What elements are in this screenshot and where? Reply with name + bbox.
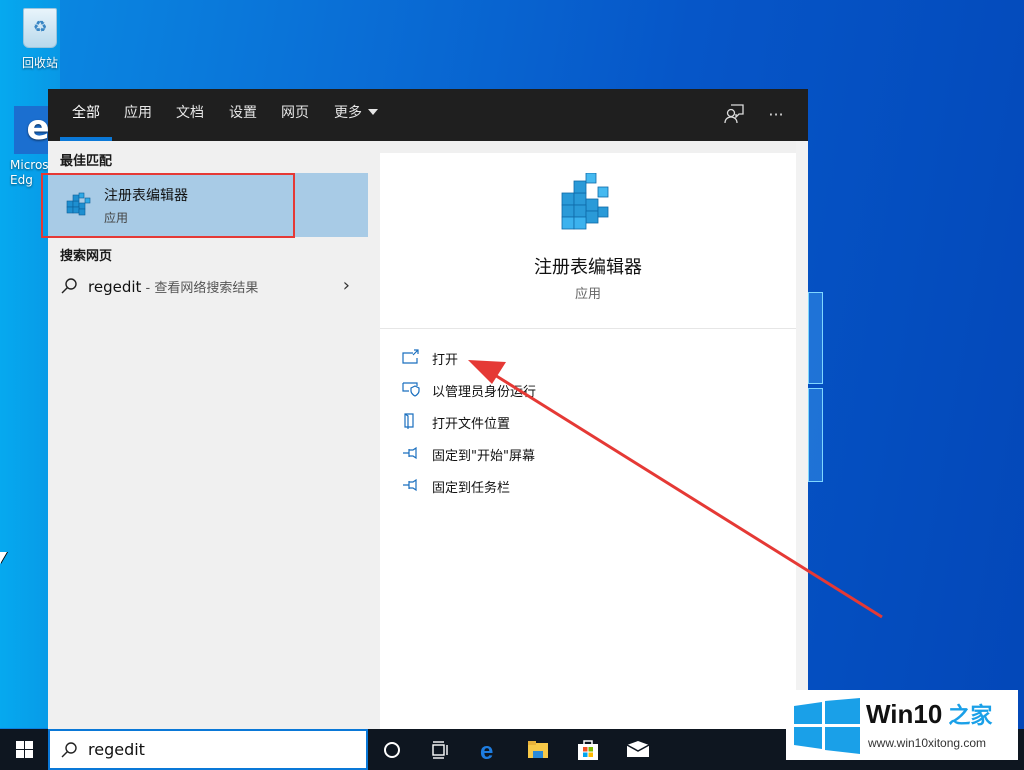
brand-text: Win10 — [866, 699, 943, 729]
cortana-button[interactable] — [368, 729, 416, 770]
run-as-admin-icon — [402, 382, 420, 397]
open-file-location-icon — [404, 413, 414, 429]
detail-subtitle: 应用 — [574, 287, 601, 302]
tab-label: 网页 — [281, 105, 309, 121]
more-options-icon[interactable]: ··· — [764, 103, 788, 127]
pin-icon — [403, 478, 417, 492]
task-view-icon — [432, 741, 448, 759]
taskbar-edge[interactable]: e — [466, 729, 514, 770]
best-match-header: 最佳匹配 — [60, 154, 113, 169]
action-open-file-location[interactable]: 打开文件位置 — [402, 409, 782, 437]
query-suffix: - 查看网络搜索结果 — [141, 281, 259, 296]
tab-label: 更多 — [334, 105, 362, 121]
watermark: Win10 之家 www.win10xitong.com — [786, 690, 1018, 760]
detail-pane: 注册表编辑器 应用 打开 以管理员身份运行 打开文件位置 固定到"开始"屏幕 固… — [380, 153, 796, 729]
action-label: 以管理员身份运行 — [432, 385, 537, 400]
registry-editor-icon — [561, 173, 609, 230]
action-label: 打开 — [432, 353, 459, 368]
svg-text:e: e — [480, 738, 493, 762]
desktop-icon-label: 回收站 — [21, 56, 58, 70]
tab-settings[interactable]: 设置 — [229, 89, 257, 141]
cortana-icon — [384, 742, 400, 758]
action-pin-to-start[interactable]: 固定到"开始"屏幕 — [402, 441, 782, 469]
detail-header: 注册表编辑器 应用 — [380, 153, 796, 329]
mouse-cursor — [0, 552, 7, 564]
best-match-title: 注册表编辑器 — [104, 188, 188, 204]
feedback-icon[interactable] — [722, 103, 746, 127]
task-view-button[interactable] — [416, 729, 464, 770]
web-search-query: regedit - 查看网络搜索结果 — [88, 277, 258, 296]
scrollbar-track[interactable] — [796, 141, 808, 729]
action-open[interactable]: 打开 — [402, 345, 782, 373]
query-text: regedit — [88, 278, 142, 296]
action-run-as-admin[interactable]: 以管理员身份运行 — [402, 377, 782, 405]
watermark-brand: Win10 之家 — [866, 698, 992, 730]
taskbar-store[interactable] — [564, 729, 612, 770]
action-pin-to-taskbar[interactable]: 固定到任务栏 — [402, 473, 782, 501]
action-label: 打开文件位置 — [432, 417, 511, 432]
start-button[interactable] — [0, 729, 48, 770]
tab-apps[interactable]: 应用 — [124, 89, 152, 141]
search-filter-bar: 全部 应用 文档 设置 网页 更多 ··· — [48, 89, 808, 141]
registry-editor-icon — [66, 192, 91, 216]
action-label: 固定到任务栏 — [432, 481, 511, 496]
pin-icon — [403, 446, 417, 460]
best-match-item[interactable]: 注册表编辑器 应用 — [41, 173, 368, 238]
taskbar-mail[interactable] — [614, 729, 662, 770]
detail-title: 注册表编辑器 — [534, 257, 642, 278]
tab-all[interactable]: 全部 — [60, 89, 112, 141]
search-icon — [61, 742, 77, 758]
web-search-header: 搜索网页 — [60, 249, 113, 264]
wallpaper-window-panes — [808, 292, 823, 482]
windows-logo-icon — [16, 741, 33, 758]
edge-icon: e — [480, 738, 493, 762]
tab-web[interactable]: 网页 — [281, 89, 309, 141]
tab-label: 应用 — [124, 105, 152, 121]
start-search-panel: 全部 应用 文档 设置 网页 更多 ··· 最佳匹配 注册表编辑器 应用 搜索网… — [41, 89, 808, 729]
windows-logo-icon — [794, 698, 860, 754]
desktop-icon-recycle-bin[interactable]: 回收站 — [2, 8, 78, 71]
best-match-subtitle: 应用 — [104, 211, 129, 225]
open-icon — [402, 349, 419, 364]
taskbar-search-input[interactable]: regedit — [48, 729, 368, 770]
watermark-url: www.win10xitong.com — [868, 736, 987, 750]
search-icon — [61, 278, 77, 294]
results-list: 最佳匹配 注册表编辑器 应用 搜索网页 regedit - 查看网络搜索结果 › — [41, 141, 368, 729]
tab-documents[interactable]: 文档 — [176, 89, 204, 141]
brand-cn-text: 之家 — [948, 703, 993, 728]
web-search-result[interactable]: regedit - 查看网络搜索结果 › — [48, 269, 368, 305]
chevron-right-icon[interactable]: › — [343, 275, 350, 296]
action-label: 固定到"开始"屏幕 — [432, 449, 535, 464]
tab-label: 文档 — [176, 105, 204, 121]
tab-label: 设置 — [229, 105, 257, 121]
tab-label: 全部 — [72, 105, 100, 121]
tab-more[interactable]: 更多 — [334, 89, 378, 141]
store-icon — [578, 740, 598, 760]
chevron-down-icon — [368, 109, 378, 115]
search-value: regedit — [88, 740, 145, 759]
file-explorer-icon — [528, 741, 548, 758]
mail-icon — [626, 741, 650, 757]
recycle-bin-icon — [23, 8, 57, 48]
taskbar-file-explorer[interactable] — [514, 729, 562, 770]
